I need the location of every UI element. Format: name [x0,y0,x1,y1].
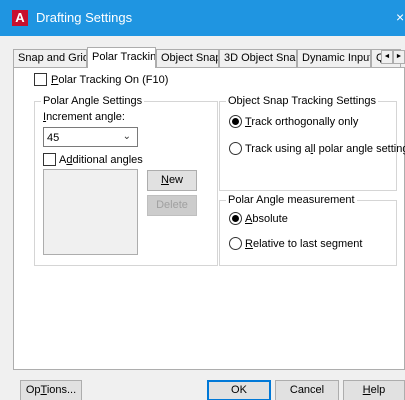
polar-tracking-on-checkbox[interactable] [34,73,47,86]
window-title: Drafting Settings [36,10,133,25]
autocad-app-icon: A [12,10,28,26]
increment-angle-value: 45 [47,132,60,144]
polar-angle-measurement-title: Polar Angle measurement [226,193,357,207]
tab-scroll-left-icon[interactable]: ◄ [381,50,393,64]
cancel-button[interactable]: Cancel [275,380,339,400]
track-orthogonally-radio[interactable] [229,115,242,128]
absolute-label[interactable]: Absolute [245,212,288,226]
track-orthogonally-label[interactable]: Track orthogonally only [245,115,358,129]
tab-scroll-right-icon[interactable]: ► [393,50,405,64]
close-icon[interactable]: × [396,9,404,25]
chevron-down-icon: ⌄ [122,131,131,142]
polar-tracking-on-label[interactable]: Polar Tracking On (F10) [51,73,168,87]
tab-3d-object-snap[interactable]: 3D Object Snap [219,49,297,67]
track-all-polar-radio[interactable] [229,142,242,155]
object-snap-tracking-title: Object Snap Tracking Settings [226,94,378,108]
additional-angles-label[interactable]: Additional angles [59,153,143,167]
increment-angle-select[interactable]: 45 ⌄ [43,127,138,147]
title-bar: A Drafting Settings × [0,0,405,36]
relative-radio[interactable] [229,237,242,250]
polar-angle-settings-title: Polar Angle Settings [41,94,145,108]
tab-strip: Snap and Grid Polar Tracking Object Snap… [13,47,405,68]
delete-angle-button[interactable]: Delete [147,195,197,216]
tab-snap-and-grid[interactable]: Snap and Grid [13,49,87,67]
absolute-radio[interactable] [229,212,242,225]
tab-object-snap[interactable]: Object Snap [156,49,219,67]
track-all-polar-label[interactable]: Track using all polar angle settings [245,142,405,156]
polar-tracking-panel: Polar Tracking On (F10) Polar Angle Sett… [13,67,405,370]
polar-angle-measurement-group: Polar Angle measurement [219,193,397,266]
relative-label[interactable]: Relative to last segment [245,237,362,251]
options-button[interactable]: OpTions... [20,380,82,400]
tab-polar-tracking[interactable]: Polar Tracking [87,47,156,68]
additional-angles-list[interactable] [43,169,138,255]
new-angle-button[interactable]: New [147,170,197,191]
tab-dynamic-input[interactable]: Dynamic Input [297,49,371,67]
help-button[interactable]: Help [343,380,405,400]
additional-angles-checkbox[interactable] [43,153,56,166]
increment-angle-label: Increment angle: [43,111,125,123]
ok-button[interactable]: OK [207,380,271,400]
